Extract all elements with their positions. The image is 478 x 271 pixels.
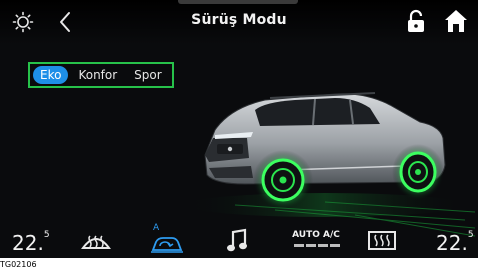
right-temp-decimal: 5 bbox=[467, 230, 474, 240]
left-temperature[interactable]: 22.5 bbox=[12, 230, 50, 255]
right-temperature[interactable]: 22.5 bbox=[436, 230, 474, 255]
auto-ac-button[interactable]: AUTO A/C bbox=[291, 230, 341, 240]
music-icon[interactable] bbox=[226, 228, 248, 254]
unlock-icon[interactable] bbox=[405, 9, 427, 33]
mode-option-eko[interactable]: Eko bbox=[33, 66, 69, 84]
rear-defrost-icon[interactable] bbox=[366, 228, 398, 254]
recirculation-icon bbox=[151, 237, 183, 253]
mode-option-spor[interactable]: Spor bbox=[127, 66, 169, 84]
drive-mode-selector: Eko Konfor Spor bbox=[28, 62, 174, 88]
left-temp-value: 22 bbox=[12, 231, 38, 255]
display-screen: Sürüş Modu Eko Konfor Spor 22.5 A AUTO A… bbox=[0, 0, 478, 258]
drag-handle[interactable] bbox=[178, 0, 298, 4]
figure-caption: TG02106 bbox=[0, 260, 37, 269]
recirculation-control[interactable]: A bbox=[150, 223, 184, 256]
mode-option-konfor[interactable]: Konfor bbox=[71, 66, 124, 84]
top-bar: Sürüş Modu bbox=[0, 0, 478, 44]
auto-ac-level-indicator bbox=[294, 244, 340, 247]
suv-car-image bbox=[185, 92, 476, 237]
home-icon[interactable] bbox=[443, 8, 469, 34]
left-temp-decimal: 5 bbox=[43, 230, 50, 240]
climate-bar: 22.5 A AUTO A/C 22.5 bbox=[0, 222, 478, 258]
right-temp-value: 22 bbox=[436, 231, 462, 255]
front-defrost-icon[interactable] bbox=[80, 228, 112, 254]
